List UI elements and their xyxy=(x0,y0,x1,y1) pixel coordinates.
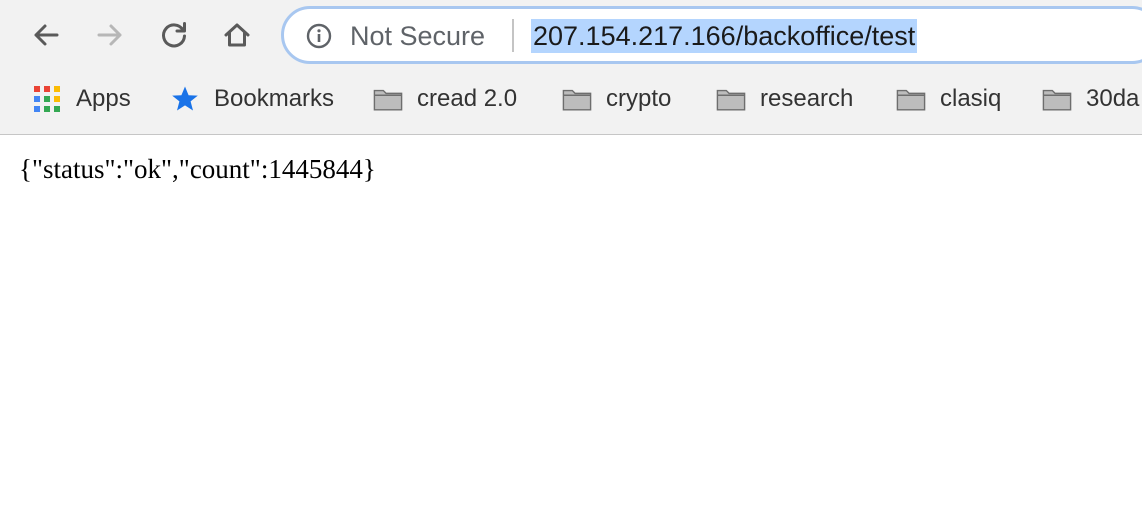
folder-icon xyxy=(562,86,592,112)
folder-icon xyxy=(1042,86,1072,112)
page-content: {"status":"ok","count":1445844} xyxy=(0,135,1142,517)
bookmark-folder-clasiq[interactable]: clasiq xyxy=(896,84,1001,114)
bookmark-folder-30da[interactable]: 30da xyxy=(1042,84,1139,114)
bookmarks-bar: Apps Bookmarks cread 2.0 crypto research… xyxy=(0,72,1142,135)
browser-window: Not Secure 207.154.217.166/backoffice/te… xyxy=(0,0,1142,517)
home-button[interactable] xyxy=(215,13,259,57)
bookmark-folder-research[interactable]: research xyxy=(716,84,853,114)
apps-grid-icon xyxy=(32,86,62,112)
bookmark-label: Bookmarks xyxy=(214,85,335,112)
reload-button[interactable] xyxy=(152,13,196,57)
reload-icon xyxy=(162,22,186,48)
folder-icon xyxy=(373,86,403,112)
bookmark-label: clasiq xyxy=(940,85,1002,112)
bookmark-label: Apps xyxy=(76,85,131,112)
bookmark-folder-cread[interactable]: cread 2.0 xyxy=(373,84,517,114)
bookmark-label: 30da xyxy=(1086,85,1140,112)
bookmark-label: research xyxy=(760,85,854,112)
address-bar[interactable]: Not Secure 207.154.217.166/backoffice/te… xyxy=(281,6,1142,64)
arrow-right-icon xyxy=(97,24,122,46)
omnibox-divider xyxy=(512,19,514,52)
bookmark-label: crypto xyxy=(606,85,672,112)
bookmark-bookmarks[interactable]: Bookmarks xyxy=(170,84,334,114)
url-input[interactable]: 207.154.217.166/backoffice/test xyxy=(531,19,918,53)
home-icon xyxy=(224,23,250,47)
info-circle-icon[interactable] xyxy=(306,23,332,49)
json-response-text: {"status":"ok","count":1445844} xyxy=(19,154,376,184)
folder-icon xyxy=(896,86,926,112)
bookmark-folder-crypto[interactable]: crypto xyxy=(562,84,671,114)
forward-button[interactable] xyxy=(88,13,132,57)
folder-icon xyxy=(716,86,746,112)
star-icon xyxy=(170,86,200,112)
bookmark-apps[interactable]: Apps xyxy=(32,84,131,114)
arrow-left-icon xyxy=(34,24,59,46)
security-label[interactable]: Not Secure xyxy=(350,20,485,52)
back-button[interactable] xyxy=(24,13,68,57)
bookmark-label: cread 2.0 xyxy=(417,85,518,112)
browser-toolbar: Not Secure 207.154.217.166/backoffice/te… xyxy=(0,0,1142,72)
